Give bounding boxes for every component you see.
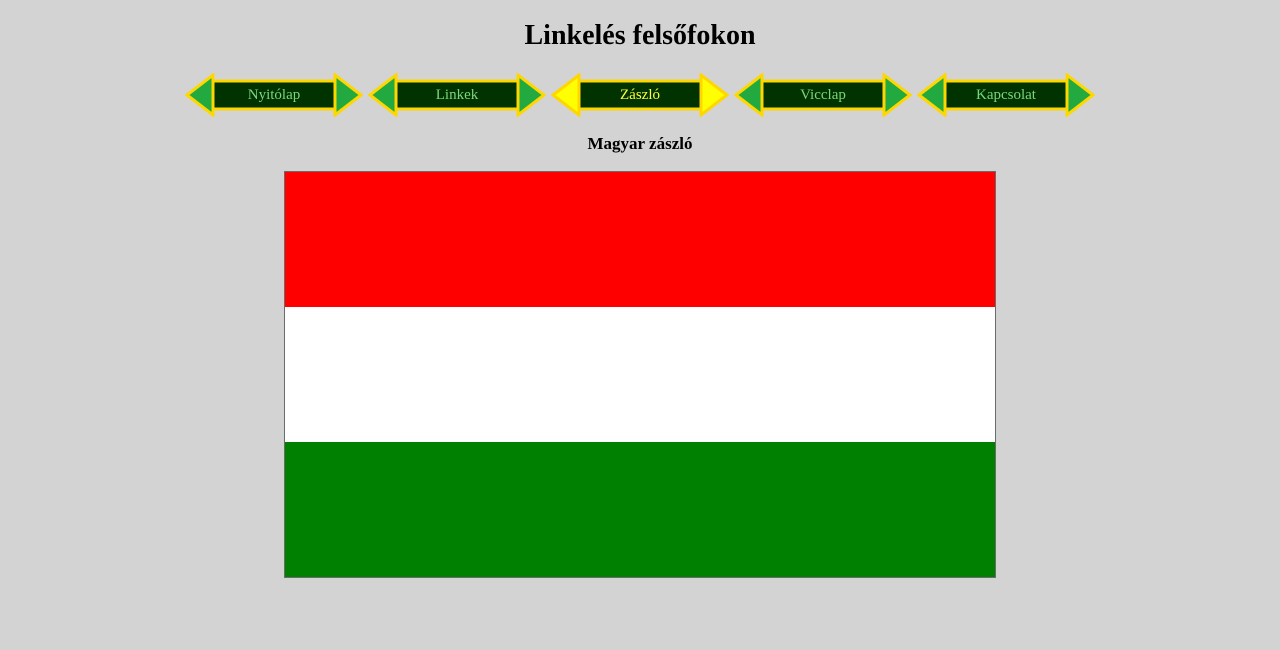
nav-bar: Nyitólap Linkek Zászló Vicclap Kapcsolat: [185, 73, 1095, 117]
section-heading: Magyar zászló: [587, 134, 693, 153]
flag-stripe-white: [285, 307, 995, 442]
hungarian-flag-image: [284, 171, 996, 578]
nav-item-kapcsolat[interactable]: Kapcsolat: [917, 73, 1095, 117]
flag-stripe-green: [285, 442, 995, 577]
nav-item-vicclap[interactable]: Vicclap: [734, 73, 912, 117]
page-title: Linkelés felsőfokon: [524, 20, 756, 51]
flag-stripe-red: [285, 172, 995, 307]
nav-label: Kapcsolat: [976, 87, 1036, 103]
nav-label: Vicclap: [800, 87, 846, 103]
nav-label: Zászló: [620, 87, 660, 103]
nav-item-zaszlo[interactable]: Zászló: [551, 73, 729, 117]
nav-item-linkek[interactable]: Linkek: [368, 73, 546, 117]
nav-label: Linkek: [435, 87, 479, 103]
nav-item-nyitolap[interactable]: Nyitólap: [185, 73, 363, 117]
nav-label: Nyitólap: [247, 87, 301, 103]
